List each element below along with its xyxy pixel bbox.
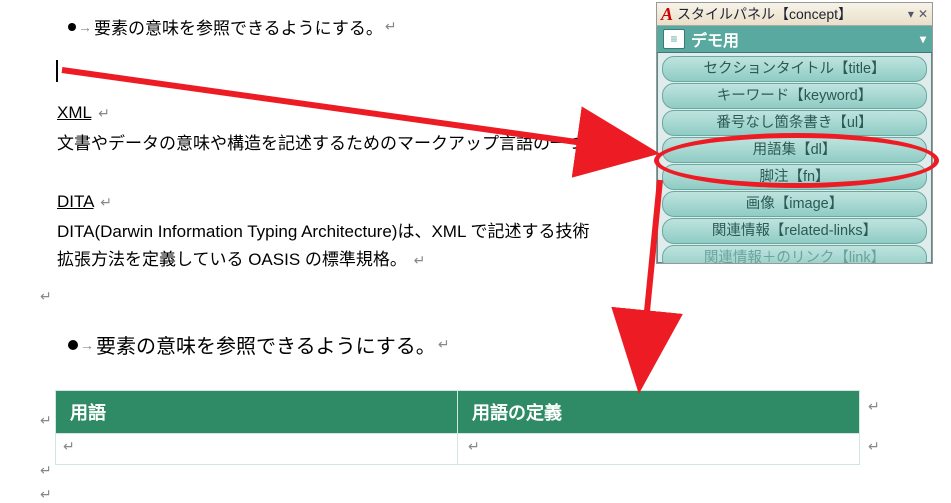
term-dita: DITA ↵ [57, 192, 112, 212]
bullet-dot-icon [68, 340, 78, 350]
para-mark-icon: ↵ [438, 336, 450, 353]
td-term-mark: ↵ [63, 438, 75, 455]
panel-item-ul[interactable]: 番号なし箇条書き【ul】 [662, 110, 927, 136]
term-xml-text: XML [57, 103, 91, 122]
panel-item-label: 関連情報＋のリンク【link】 [704, 250, 885, 264]
bullet-line-2: → 要素の意味を参照できるようにする。 ↵ [68, 330, 450, 359]
bullet-text-1: 要素の意味を参照できるようにする。 [94, 14, 383, 39]
panel-item-fn[interactable]: 脚注【fn】 [662, 164, 927, 190]
def-xml-text: 文書やデータの意味や構造を記述するためのマークアップ言語の一つ。 [57, 134, 600, 153]
panel-subhead[interactable]: ≡ デモ用 ▾ [657, 26, 932, 53]
def-dita-line2: 拡張方法を定義している OASIS の標準規格。 ↵ [57, 248, 425, 273]
panel-item-dl[interactable]: 用語集【dl】 [662, 137, 927, 163]
final-end-mark: ↵ [40, 486, 52, 503]
panel-item-label: 関連情報【related-links】 [712, 223, 877, 239]
term-dita-text: DITA [57, 192, 94, 211]
close-icon[interactable]: ✕ [918, 7, 928, 21]
def-xml: 文書やデータの意味や構造を記述するためのマークアップ言語の一つ。 ↵ [57, 132, 619, 157]
panel-title: スタイルパネル【concept】 [677, 4, 852, 24]
tab-arrow: → [78, 19, 92, 35]
panel-item-label: セクションタイトル【title】 [703, 61, 885, 77]
def-dita-text1: DITA(Darwin Information Typing Architect… [57, 222, 590, 241]
para-mark-icon: ↵ [98, 105, 110, 121]
td-term[interactable] [56, 434, 458, 465]
chevron-down-icon[interactable]: ▾ [908, 7, 914, 21]
definition-table: 用語 用語の定義 [55, 390, 860, 465]
th-def: 用語の定義 [458, 391, 860, 434]
style-panel: A スタイルパネル【concept】 ▾ ✕ ≡ デモ用 ▾ セクションタイトル… [656, 2, 933, 264]
table-return-right-bot: ↵ [868, 438, 880, 455]
list-icon: ≡ [663, 29, 685, 49]
panel-item-label: 番号なし箇条書き【ul】 [716, 115, 872, 131]
term-xml: XML ↵ [57, 103, 110, 123]
panel-item-label: キーワード【keyword】 [717, 88, 873, 104]
table-header-row: 用語 用語の定義 [56, 391, 860, 434]
def-dita-text2: 拡張方法を定義している OASIS の標準規格。 [57, 250, 407, 269]
panel-item-related-links[interactable]: 関連情報【related-links】 [662, 218, 927, 244]
def-dita-line1: DITA(Darwin Information Typing Architect… [57, 220, 590, 245]
panel-item-title[interactable]: セクションタイトル【title】 [662, 56, 927, 82]
panel-item-link[interactable]: 関連情報＋のリンク【link】 [662, 245, 927, 264]
para-mark-icon: ↵ [100, 194, 112, 210]
bullet-dot-icon [68, 23, 76, 31]
panel-item-label: 脚注【fn】 [759, 169, 829, 185]
td-def-mark: ↵ [468, 438, 480, 455]
section-end-mark: ↵ [40, 288, 52, 305]
bullet-text-2: 要素の意味を参照できるようにする。 [96, 330, 436, 359]
panel-subhead-text: デモ用 [691, 27, 739, 51]
panel-titlebar[interactable]: A スタイルパネル【concept】 ▾ ✕ [657, 3, 932, 26]
para-mark-icon: ↵ [385, 18, 397, 35]
panel-item-keyword[interactable]: キーワード【keyword】 [662, 83, 927, 109]
table-return-left-top: ↵ [40, 412, 52, 429]
table-return-right-top: ↵ [868, 398, 880, 415]
table-row [56, 434, 860, 465]
panel-item-label: 用語集【dl】 [753, 142, 837, 158]
bullet-line-1: → 要素の意味を参照できるようにする。 ↵ [68, 14, 397, 39]
td-def[interactable] [458, 434, 860, 465]
panel-body: セクションタイトル【title】 キーワード【keyword】 番号なし箇条書き… [657, 53, 932, 264]
para-mark-icon: ↵ [414, 252, 426, 268]
table-return-left-bot: ↵ [40, 462, 52, 479]
panel-item-label: 画像【image】 [746, 196, 844, 212]
th-term: 用語 [56, 391, 458, 434]
tab-arrow: → [80, 337, 94, 353]
style-a-icon: A [661, 5, 673, 23]
panel-item-image[interactable]: 画像【image】 [662, 191, 927, 217]
chevron-down-icon[interactable]: ▾ [920, 32, 926, 46]
text-cursor [56, 60, 58, 82]
para-mark-icon: ↵ [607, 136, 619, 152]
